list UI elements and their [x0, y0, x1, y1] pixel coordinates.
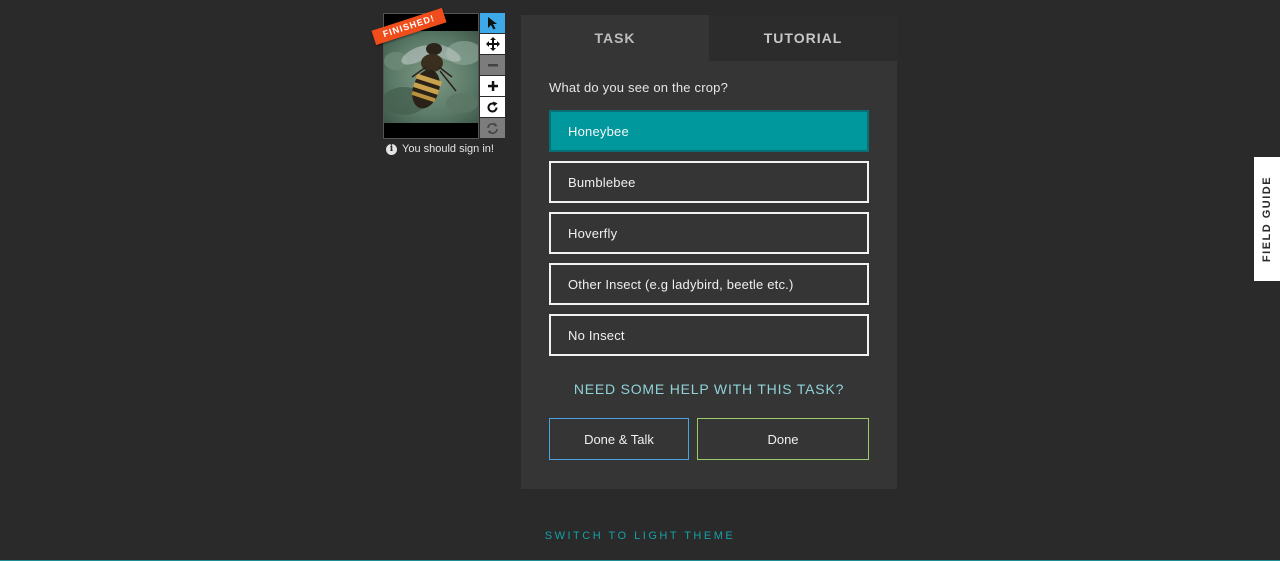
task-question: What do you see on the crop? [549, 80, 729, 95]
pan-tool-button[interactable] [480, 34, 505, 54]
answer-list: Honeybee Bumblebee Hoverfly Other Insect… [549, 110, 869, 365]
viewer-toolbar [480, 13, 505, 139]
refresh-icon [487, 122, 498, 134]
answer-hoverfly[interactable]: Hoverfly [549, 212, 869, 254]
reset-button[interactable] [480, 118, 505, 138]
sign-in-notice: i You should sign in! [386, 143, 516, 155]
field-guide-tab[interactable]: FIELD GUIDE [1254, 157, 1280, 281]
plus-icon [487, 81, 498, 91]
tab-tutorial[interactable]: TUTORIAL [709, 15, 897, 61]
done-and-talk-button[interactable]: Done & Talk [549, 418, 689, 460]
sign-in-text: You should sign in! [402, 143, 494, 155]
answer-bumblebee[interactable]: Bumblebee [549, 161, 869, 203]
minus-icon [487, 64, 498, 67]
rotate-button[interactable] [480, 97, 505, 117]
rotate-icon [487, 101, 498, 112]
answer-no-insect[interactable]: No Insect [549, 314, 869, 356]
answer-other-insect[interactable]: Other Insect (e.g ladybird, beetle etc.) [549, 263, 869, 305]
theme-switch-link[interactable]: SWITCH TO LIGHT THEME [0, 530, 1280, 542]
panel-tabs: TASK TUTORIAL [521, 15, 897, 61]
pointer-tool-button[interactable] [480, 13, 505, 33]
cursor-arrow-icon [487, 17, 497, 30]
zoom-in-button[interactable] [480, 76, 505, 96]
done-button[interactable]: Done [697, 418, 869, 460]
zoom-out-button[interactable] [480, 55, 505, 75]
answer-honeybee[interactable]: Honeybee [549, 110, 869, 152]
task-panel: TASK TUTORIAL What do you see on the cro… [521, 15, 897, 489]
field-guide-label: FIELD GUIDE [1261, 175, 1274, 263]
task-help-link[interactable]: NEED SOME HELP WITH THIS TASK? [521, 381, 897, 397]
insect-photo [384, 31, 478, 123]
info-icon: i [386, 143, 397, 155]
tab-task[interactable]: TASK [521, 15, 709, 61]
subject-viewer: FINISHED! i You should sign in! [371, 7, 507, 163]
move-arrows-icon [485, 37, 500, 51]
